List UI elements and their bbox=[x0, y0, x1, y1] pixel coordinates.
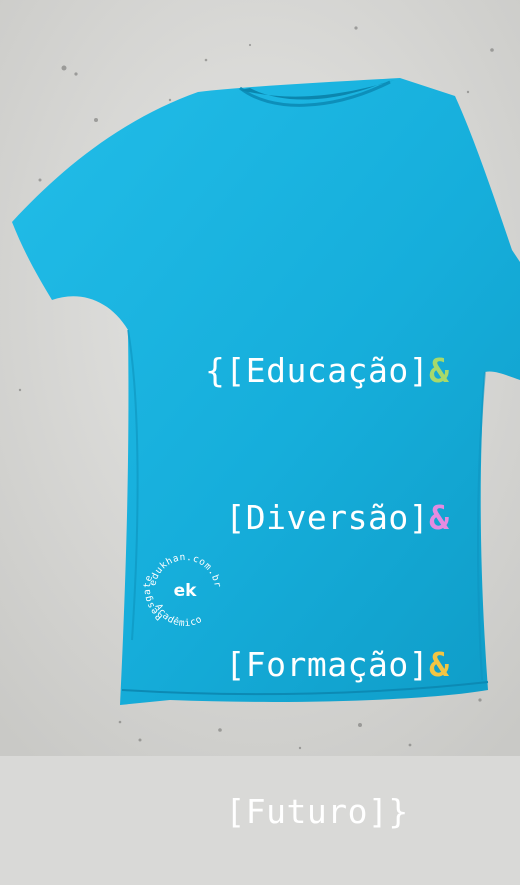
print-line-futuro: [Futuro]} bbox=[205, 787, 449, 836]
bracket-close: ] bbox=[408, 645, 430, 684]
bracket-close: ] bbox=[408, 351, 430, 390]
ampersand-green: & bbox=[429, 351, 450, 390]
print-line-educacao: {[Educação]& bbox=[205, 346, 449, 395]
print-line-diversao: [Diversão]& bbox=[205, 493, 449, 542]
edukhan-logo: ek bbox=[174, 581, 198, 601]
bracket-open: [ bbox=[205, 645, 246, 684]
bracket-open: [ bbox=[205, 498, 246, 537]
word-educacao: Educação bbox=[245, 351, 409, 390]
shirt-print: {[Educação]& [Diversão]& [Formação]& [Fu… bbox=[205, 248, 449, 885]
word-diversao: Diversão bbox=[245, 498, 409, 537]
bracket-close: ] bbox=[408, 498, 430, 537]
bracket-open: {[ bbox=[205, 351, 246, 390]
bracket-open: [ bbox=[205, 792, 246, 831]
word-futuro: Futuro bbox=[245, 792, 368, 831]
ampersand-pink: & bbox=[429, 498, 450, 537]
print-line-formacao: [Formação]& bbox=[205, 640, 449, 689]
word-formacao: Formação bbox=[245, 645, 409, 684]
bracket-close-brace: ]} bbox=[367, 792, 409, 831]
ampersand-yellow: & bbox=[429, 645, 450, 684]
